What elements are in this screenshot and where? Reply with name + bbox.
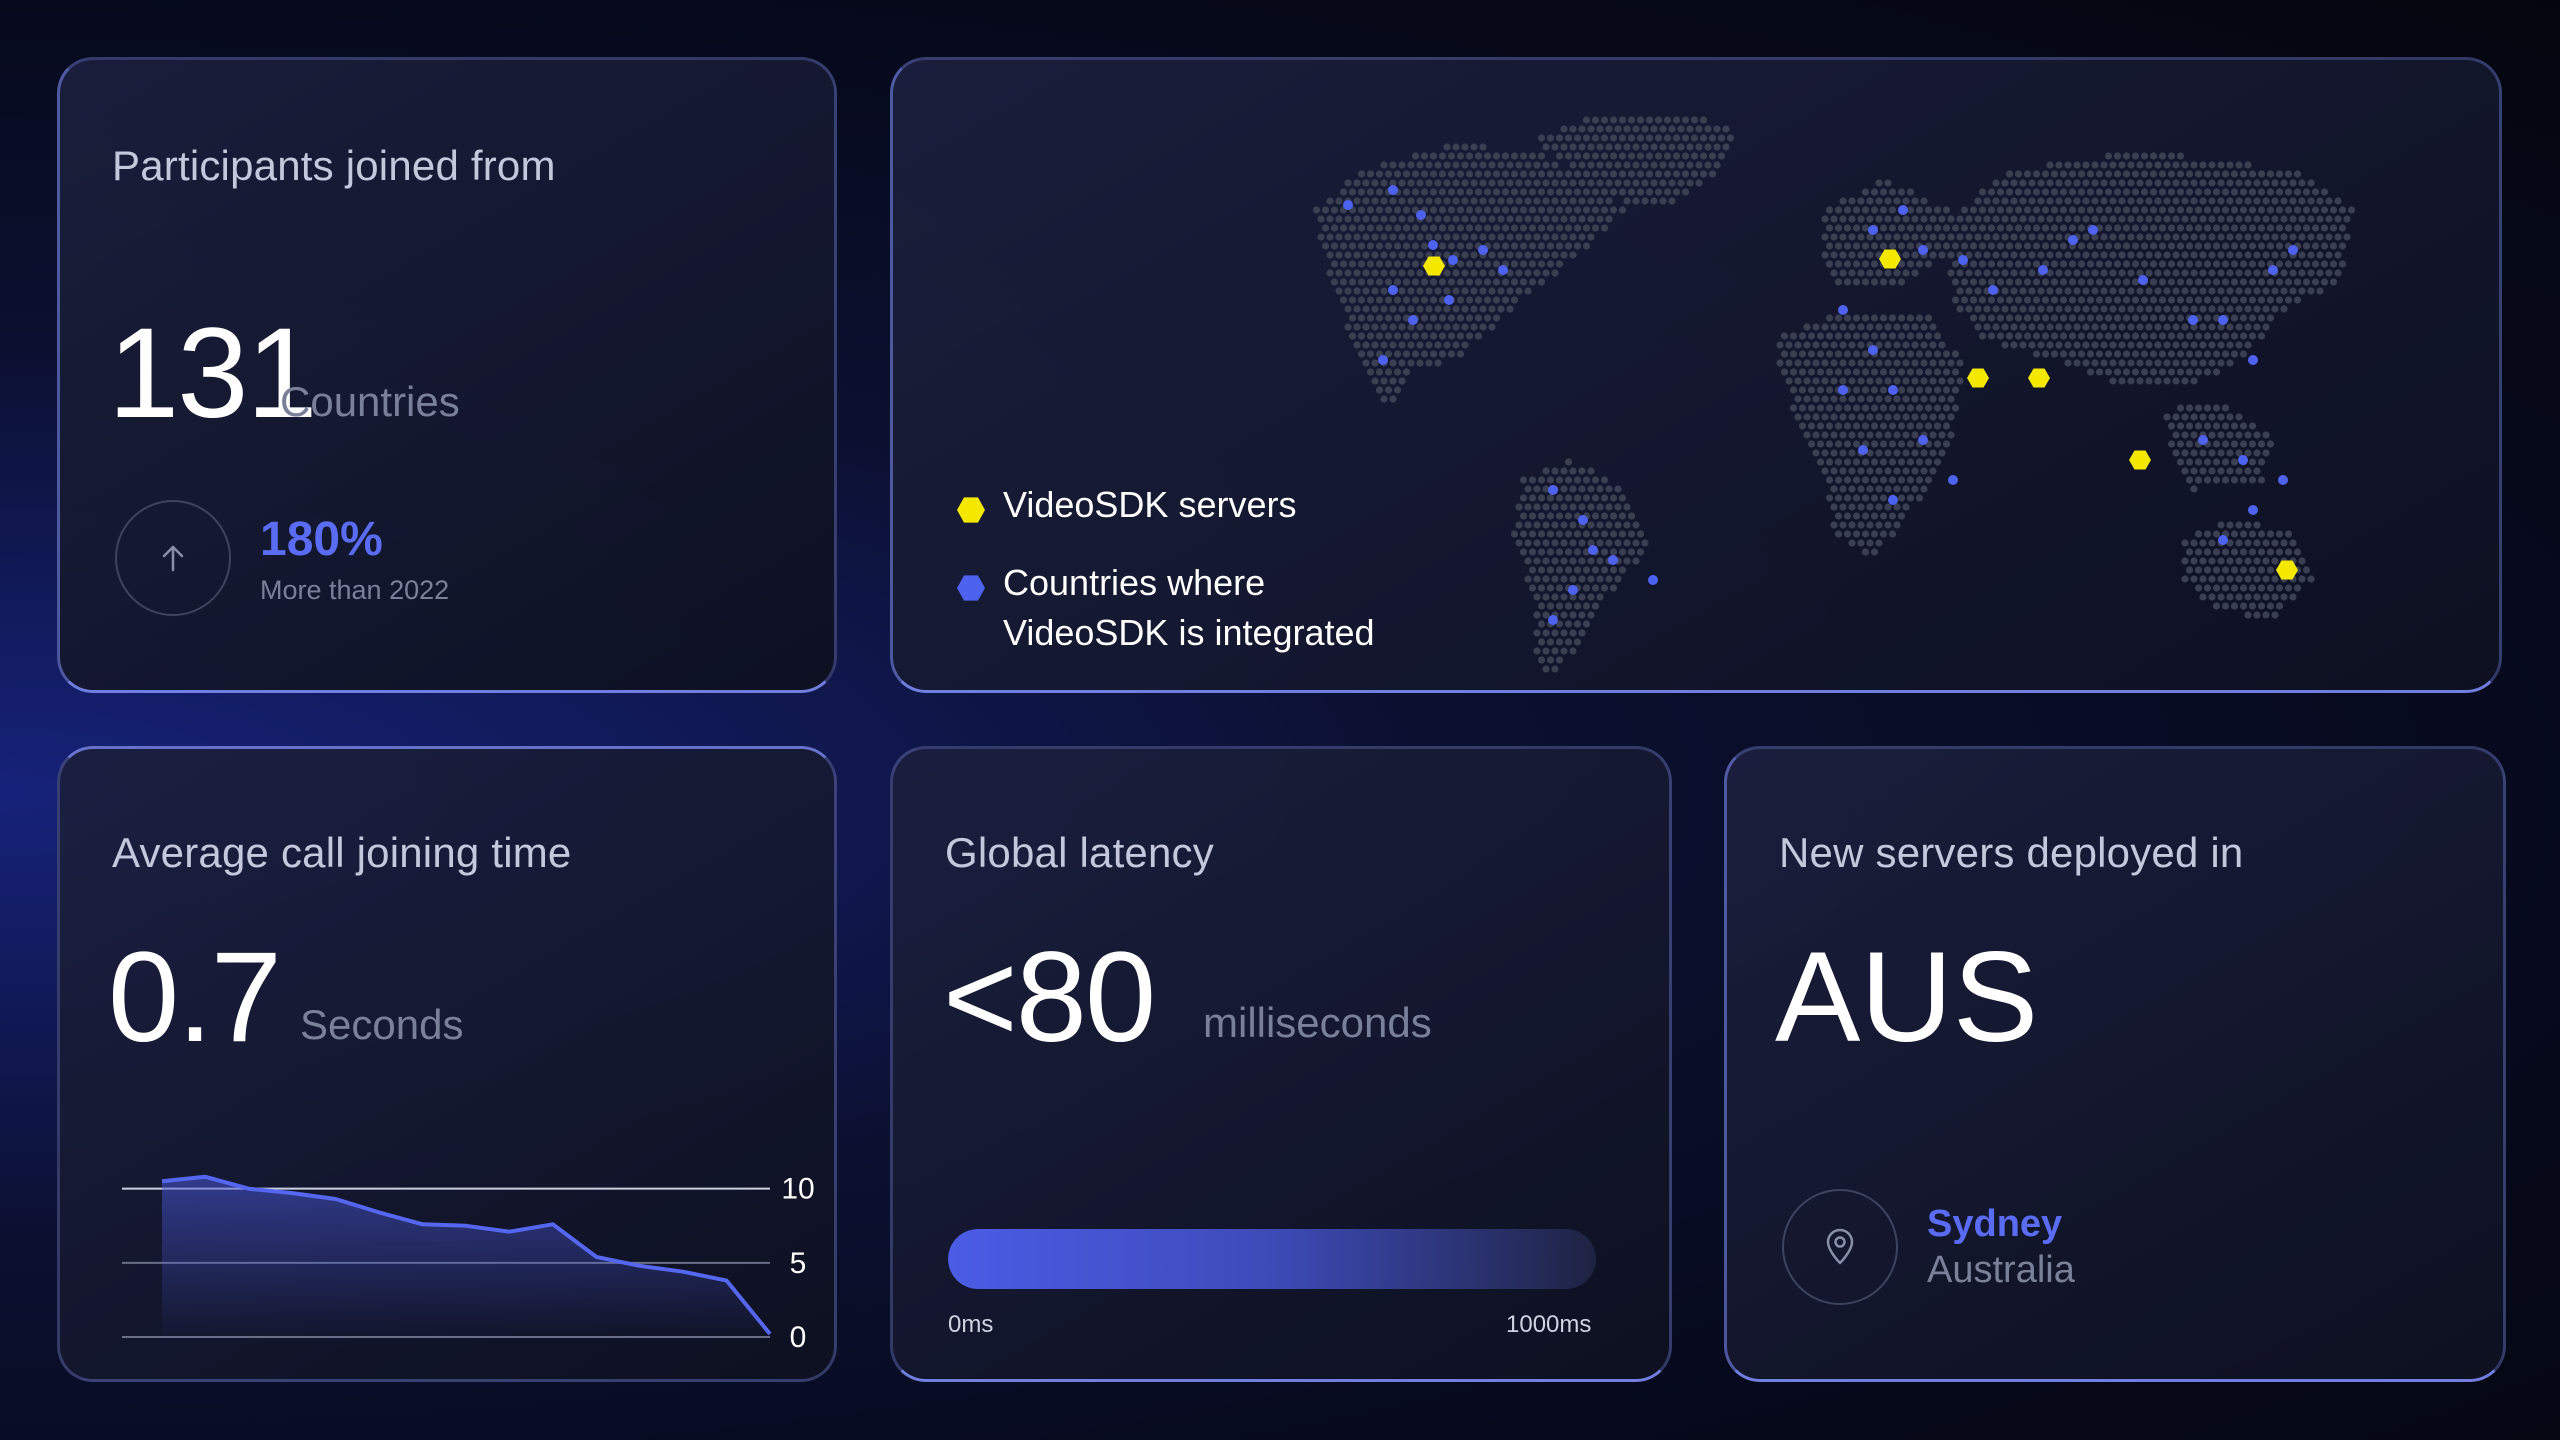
participants-card: Participants joined from 131 Countries 1… [57, 57, 837, 693]
chart-tick-label: 5 [790, 1247, 807, 1280]
new-servers-card: New servers deployed in AUS Sydney Austr… [1724, 746, 2506, 1382]
map-pin-icon [1826, 1228, 1854, 1265]
chart-tick-label: 10 [781, 1173, 814, 1206]
latency-title: Global latency [945, 829, 1214, 876]
latency-max-label: 1000ms [1506, 1311, 1592, 1338]
chart-tick-label: 0 [790, 1321, 807, 1354]
location-circle [1782, 1189, 1898, 1305]
chart-area [162, 1176, 770, 1337]
latency-value: <80 [943, 926, 1156, 1069]
participants-unit: Countries [280, 378, 460, 425]
latency-bar-fill [948, 1229, 1596, 1289]
map-land-dots [1312, 116, 2356, 673]
server-country: Australia [1927, 1249, 2075, 1291]
world-map-card: VideoSDK servers Countries where VideoSD… [890, 57, 2502, 693]
latency-bar-track [948, 1229, 1596, 1289]
joining-time-chart: 10 5 0 [122, 1173, 815, 1354]
legend-servers: VideoSDK servers [1003, 484, 1297, 525]
latency-card: Global latency <80 milliseconds 0ms 1000… [890, 746, 1672, 1382]
growth-circle [115, 500, 231, 616]
joining-time-title: Average call joining time [112, 829, 572, 876]
arrow-up-icon [162, 545, 184, 572]
new-servers-title: New servers deployed in [1779, 829, 2244, 876]
legend-countries-line2: VideoSDK is integrated [1003, 612, 1375, 653]
latency-unit: milliseconds [1203, 999, 1432, 1046]
legend-countries-line1: Countries where [1003, 562, 1266, 603]
growth-note: More than 2022 [260, 575, 450, 605]
growth-percentage: 180% [260, 513, 383, 566]
participants-title: Participants joined from [112, 142, 556, 189]
joining-time-value: 0.7 [108, 926, 282, 1069]
joining-time-unit: Seconds [300, 1001, 464, 1048]
joining-time-card: Average call joining time 0.7 Seconds 10… [57, 746, 837, 1382]
new-servers-region: AUS [1775, 926, 2039, 1069]
server-city: Sydney [1927, 1203, 2063, 1245]
latency-min-label: 0ms [948, 1311, 994, 1338]
